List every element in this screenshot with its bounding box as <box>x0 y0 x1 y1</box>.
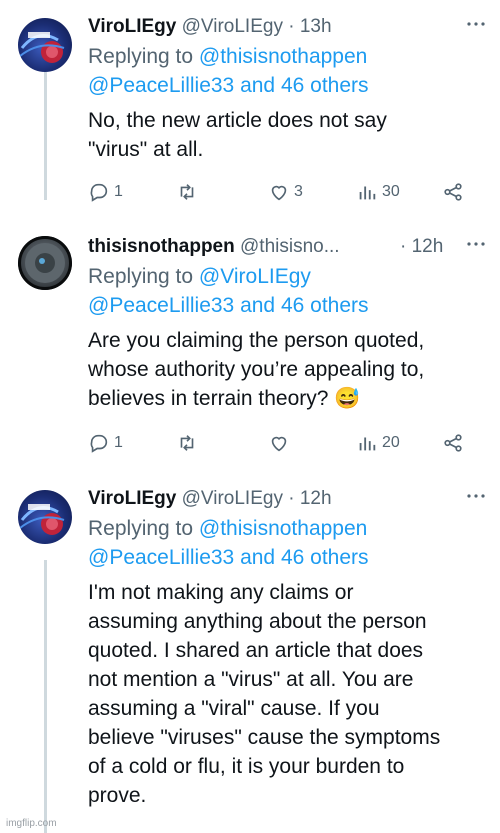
virus-avatar-icon <box>19 504 65 535</box>
tweet-header: ViroLIEgy @ViroLIEgy · 13h <box>88 14 488 40</box>
mention-link[interactable]: @thisisnothappen <box>199 517 367 540</box>
mention-others-link[interactable]: @PeaceLillie33 and 46 others <box>88 294 369 317</box>
tweet[interactable]: ViroLIEgy @ViroLIEgy · 12h Replying to @… <box>0 486 500 833</box>
tweet-header: ViroLIEgy @ViroLIEgy · 12h <box>88 486 488 512</box>
tweet[interactable]: thisisnothappen @thisisno... · 12h Reply… <box>0 234 500 474</box>
text-line: of a cold or flu, it is your burden to <box>88 755 405 778</box>
watermark: imgflip.com <box>6 818 57 829</box>
reply-icon <box>90 183 108 202</box>
timestamp[interactable]: · 12h <box>288 488 331 509</box>
replying-to: Replying to @thisisnothappen @PeaceLilli… <box>88 514 488 572</box>
display-name[interactable]: thisisnothappen <box>88 236 235 257</box>
reply-button[interactable]: 1 <box>88 429 123 457</box>
text-line: assuming a "viral" cause. If you <box>88 697 380 720</box>
text-line: assuming anything about the person <box>88 610 427 633</box>
avatar[interactable] <box>18 490 72 544</box>
mention-link[interactable]: @thisisnothappen <box>199 45 367 68</box>
eye-avatar-icon <box>18 236 72 290</box>
display-name[interactable]: ViroLIEgy <box>88 488 176 509</box>
views-count: 20 <box>382 434 400 451</box>
share-button[interactable] <box>442 178 464 206</box>
retweet-button[interactable] <box>176 178 202 206</box>
user-handle[interactable]: @ViroLIEgy <box>182 488 283 509</box>
tweet-header: thisisnothappen @thisisno... · 12h <box>88 234 488 260</box>
replying-prefix: Replying to <box>88 265 199 288</box>
reply-count: 1 <box>114 183 123 200</box>
text-line: quoted. I shared an article that does <box>88 639 424 662</box>
reply-icon <box>90 434 108 453</box>
virus-avatar-icon <box>19 32 65 63</box>
text-line: I'm not making any claims or <box>88 581 354 604</box>
tweet-text: No, the new article does not say "virus"… <box>88 106 488 164</box>
tweet-text: I'm not making any claims or assuming an… <box>88 578 488 810</box>
like-button[interactable]: 3 <box>268 178 303 206</box>
user-handle[interactable]: @thisisno... <box>240 236 340 257</box>
text-line: Are you claiming the person quoted, <box>88 329 425 352</box>
text-line: prove. <box>88 784 147 807</box>
more-icon[interactable] <box>466 14 486 40</box>
mention-others-link[interactable]: @PeaceLillie33 and 46 others <box>88 546 369 569</box>
more-icon[interactable] <box>466 234 486 260</box>
text-line: No, the new article does not say <box>88 109 387 132</box>
replying-prefix: Replying to <box>88 45 199 68</box>
share-button[interactable] <box>442 429 464 457</box>
reply-count: 1 <box>114 434 123 451</box>
like-count: 3 <box>294 183 303 200</box>
replying-to: Replying to @thisisnothappen @PeaceLilli… <box>88 42 488 100</box>
tweet[interactable]: ViroLIEgy @ViroLIEgy · 13h Replying to @… <box>0 14 500 214</box>
timestamp[interactable]: · 12h <box>400 234 443 260</box>
retweet-icon <box>180 435 194 451</box>
display-name[interactable]: ViroLIEgy <box>88 16 176 37</box>
share-icon <box>444 183 462 201</box>
views-icon <box>359 186 376 200</box>
text-line: believe "viruses" cause the symptoms <box>88 726 441 749</box>
tweet-text: Are you claiming the person quoted, whos… <box>88 326 488 413</box>
timestamp[interactable]: · 13h <box>288 16 331 37</box>
avatar[interactable] <box>18 236 72 290</box>
user-handle[interactable]: @ViroLIEgy <box>182 16 283 37</box>
avatar[interactable] <box>18 18 72 72</box>
views-count: 30 <box>382 183 400 200</box>
mention-link[interactable]: @ViroLIEgy <box>199 265 311 288</box>
views-button[interactable]: 20 <box>356 429 400 457</box>
action-bar: 1 3 30 <box>88 178 478 206</box>
more-icon[interactable] <box>466 486 486 512</box>
views-button[interactable]: 30 <box>356 178 400 206</box>
text-line: whose authority you’re appealing to, <box>88 358 425 381</box>
text-line: not mention a "virus" at all. You are <box>88 668 414 691</box>
replying-to: Replying to @ViroLIEgy @PeaceLillie33 an… <box>88 262 488 320</box>
like-icon <box>271 185 287 201</box>
like-button[interactable] <box>268 429 294 457</box>
action-bar: 1 20 <box>88 429 478 457</box>
reply-button[interactable]: 1 <box>88 178 123 206</box>
replying-prefix: Replying to <box>88 517 199 540</box>
retweet-button[interactable] <box>176 429 202 457</box>
mention-others-link[interactable]: @PeaceLillie33 and 46 others <box>88 74 369 97</box>
retweet-icon <box>180 184 194 200</box>
share-icon <box>444 434 462 452</box>
like-icon <box>271 436 287 452</box>
views-icon <box>359 437 376 451</box>
text-line: believes in terrain theory? 😅 <box>88 387 361 410</box>
text-line: "virus" at all. <box>88 138 204 161</box>
